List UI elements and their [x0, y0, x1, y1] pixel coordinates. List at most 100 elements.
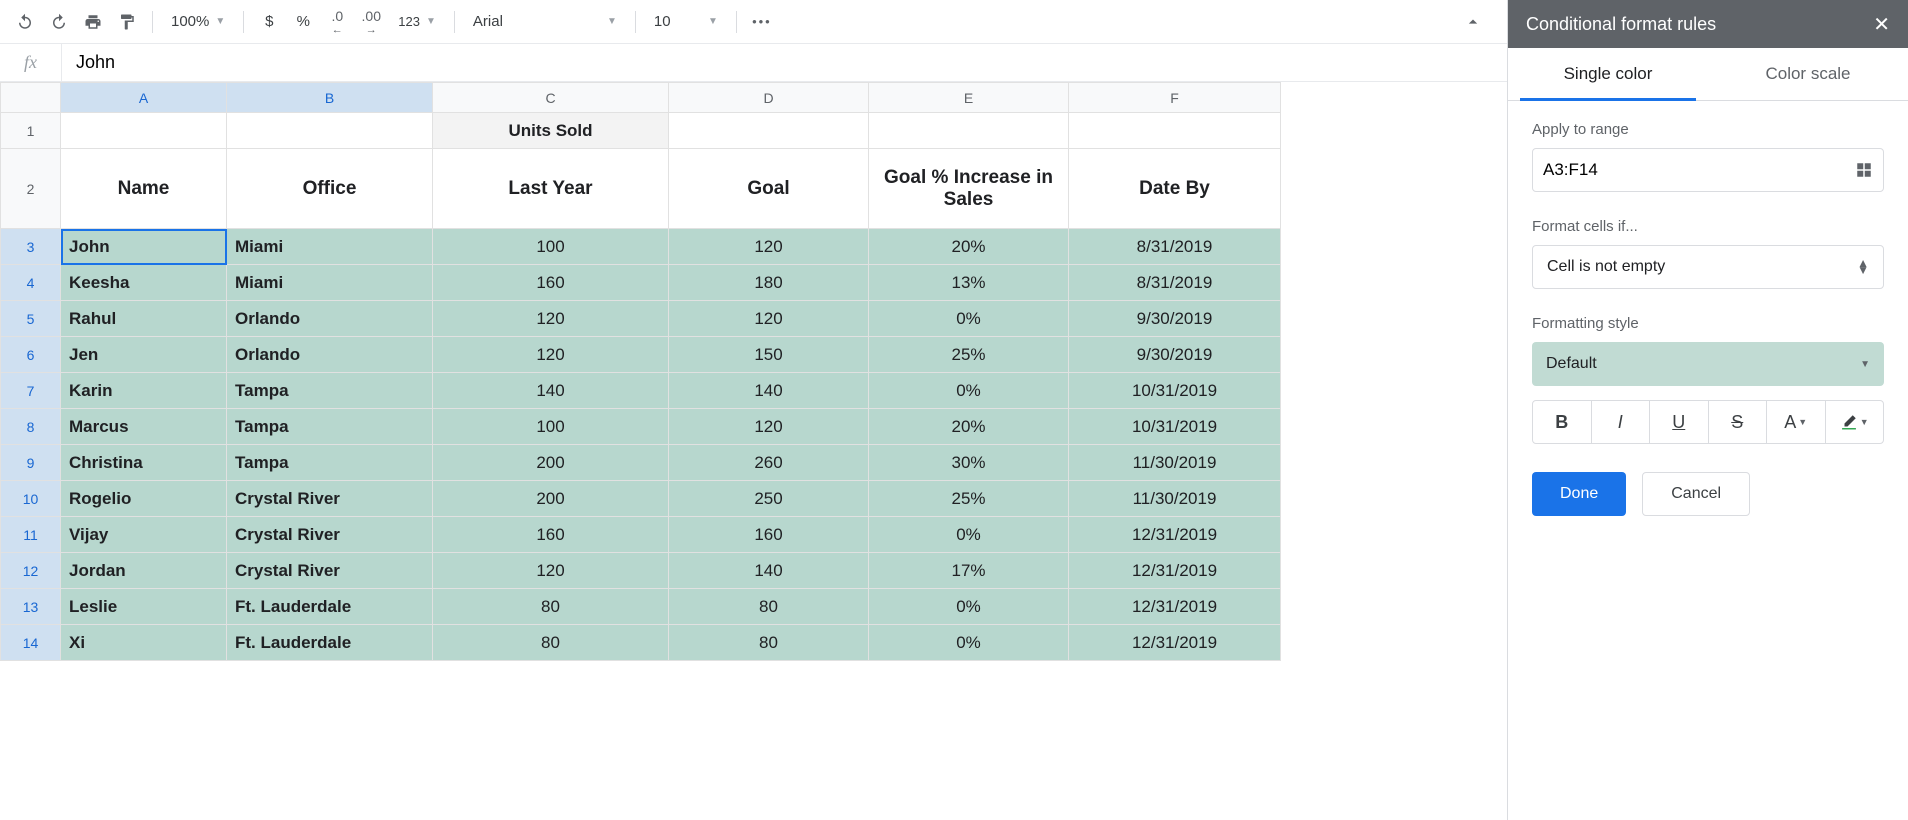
cell-4-D[interactable]: 180 — [669, 265, 869, 301]
row-head-14[interactable]: 14 — [1, 625, 61, 661]
row-head-5[interactable]: 5 — [1, 301, 61, 337]
paint-format-button[interactable] — [112, 7, 142, 37]
cell-12-E[interactable]: 17% — [869, 553, 1069, 589]
cell-13-A[interactable]: Leslie — [61, 589, 227, 625]
cell-10-F[interactable]: 11/30/2019 — [1069, 481, 1281, 517]
cell-3-F[interactable]: 8/31/2019 — [1069, 229, 1281, 265]
col-head-B[interactable]: B — [227, 83, 433, 113]
cell-11-A[interactable]: Vijay — [61, 517, 227, 553]
close-panel-button[interactable]: ✕ — [1873, 12, 1890, 37]
cell-9-E[interactable]: 30% — [869, 445, 1069, 481]
cell-13-D[interactable]: 80 — [669, 589, 869, 625]
cell-5-E[interactable]: 0% — [869, 301, 1069, 337]
cell-7-F[interactable]: 10/31/2019 — [1069, 373, 1281, 409]
spreadsheet-grid[interactable]: ABCDEF1Units Sold2NameOfficeLast YearGoa… — [0, 82, 1507, 820]
row-head-13[interactable]: 13 — [1, 589, 61, 625]
cell-3-E[interactable]: 20% — [869, 229, 1069, 265]
strikethrough-button[interactable]: S — [1709, 401, 1768, 443]
cell-1-C[interactable]: Units Sold — [433, 113, 669, 149]
row-head-6[interactable]: 6 — [1, 337, 61, 373]
col-head-A[interactable]: A — [61, 83, 227, 113]
cell-2-B[interactable]: Office — [227, 149, 433, 229]
range-input[interactable] — [1543, 160, 1855, 180]
tab-color-scale[interactable]: Color scale — [1708, 48, 1908, 100]
increase-decimal-button[interactable]: .00 → — [356, 7, 386, 37]
cell-2-E[interactable]: Goal % Increase in Sales — [869, 149, 1069, 229]
row-head-12[interactable]: 12 — [1, 553, 61, 589]
cell-14-A[interactable]: Xi — [61, 625, 227, 661]
print-button[interactable] — [78, 7, 108, 37]
cell-11-D[interactable]: 160 — [669, 517, 869, 553]
cell-5-F[interactable]: 9/30/2019 — [1069, 301, 1281, 337]
cell-14-F[interactable]: 12/31/2019 — [1069, 625, 1281, 661]
cell-3-A[interactable]: John — [61, 229, 227, 265]
cell-14-C[interactable]: 80 — [433, 625, 669, 661]
cell-8-C[interactable]: 100 — [433, 409, 669, 445]
cell-4-E[interactable]: 13% — [869, 265, 1069, 301]
number-format-dropdown[interactable]: 123 ▼ — [390, 7, 444, 37]
cell-13-E[interactable]: 0% — [869, 589, 1069, 625]
cell-2-A[interactable]: Name — [61, 149, 227, 229]
cell-6-C[interactable]: 120 — [433, 337, 669, 373]
cell-8-F[interactable]: 10/31/2019 — [1069, 409, 1281, 445]
percent-format-button[interactable]: % — [288, 7, 318, 37]
select-all-corner[interactable] — [1, 83, 61, 113]
font-size-dropdown[interactable]: 10 ▼ — [646, 7, 726, 37]
cell-12-F[interactable]: 12/31/2019 — [1069, 553, 1281, 589]
more-button[interactable]: ••• — [747, 7, 777, 37]
cell-5-B[interactable]: Orlando — [227, 301, 433, 337]
grid-select-icon[interactable] — [1855, 161, 1873, 179]
cell-7-B[interactable]: Tampa — [227, 373, 433, 409]
cell-7-D[interactable]: 140 — [669, 373, 869, 409]
cell-6-A[interactable]: Jen — [61, 337, 227, 373]
cell-14-B[interactable]: Ft. Lauderdale — [227, 625, 433, 661]
cell-4-C[interactable]: 160 — [433, 265, 669, 301]
cell-12-D[interactable]: 140 — [669, 553, 869, 589]
cell-13-B[interactable]: Ft. Lauderdale — [227, 589, 433, 625]
cell-8-D[interactable]: 120 — [669, 409, 869, 445]
cell-7-A[interactable]: Karin — [61, 373, 227, 409]
row-head-1[interactable]: 1 — [1, 113, 61, 149]
zoom-dropdown[interactable]: 100% ▼ — [163, 7, 233, 37]
cell-6-E[interactable]: 25% — [869, 337, 1069, 373]
col-head-D[interactable]: D — [669, 83, 869, 113]
row-head-2[interactable]: 2 — [1, 149, 61, 229]
cell-5-A[interactable]: Rahul — [61, 301, 227, 337]
cell-5-D[interactable]: 120 — [669, 301, 869, 337]
cell-13-F[interactable]: 12/31/2019 — [1069, 589, 1281, 625]
row-head-4[interactable]: 4 — [1, 265, 61, 301]
row-head-11[interactable]: 11 — [1, 517, 61, 553]
style-default-select[interactable]: Default ▼ — [1532, 342, 1884, 386]
cell-10-D[interactable]: 250 — [669, 481, 869, 517]
cancel-button[interactable]: Cancel — [1642, 472, 1750, 516]
cell-14-D[interactable]: 80 — [669, 625, 869, 661]
cell-11-E[interactable]: 0% — [869, 517, 1069, 553]
cell-1-B[interactable] — [227, 113, 433, 149]
cell-2-C[interactable]: Last Year — [433, 149, 669, 229]
cell-10-A[interactable]: Rogelio — [61, 481, 227, 517]
tab-single-color[interactable]: Single color — [1508, 48, 1708, 100]
col-head-C[interactable]: C — [433, 83, 669, 113]
cell-1-D[interactable] — [669, 113, 869, 149]
text-color-button[interactable]: A▼ — [1767, 401, 1826, 443]
cell-4-B[interactable]: Miami — [227, 265, 433, 301]
cell-8-A[interactable]: Marcus — [61, 409, 227, 445]
cell-9-F[interactable]: 11/30/2019 — [1069, 445, 1281, 481]
cell-1-E[interactable] — [869, 113, 1069, 149]
cell-1-F[interactable] — [1069, 113, 1281, 149]
condition-select[interactable]: Cell is not empty ▲▼ — [1532, 245, 1884, 289]
row-head-9[interactable]: 9 — [1, 445, 61, 481]
cell-9-C[interactable]: 200 — [433, 445, 669, 481]
cell-4-A[interactable]: Keesha — [61, 265, 227, 301]
formula-input[interactable] — [62, 52, 1507, 73]
bold-button[interactable]: B — [1533, 401, 1592, 443]
cell-6-D[interactable]: 150 — [669, 337, 869, 373]
cell-6-F[interactable]: 9/30/2019 — [1069, 337, 1281, 373]
cell-9-A[interactable]: Christina — [61, 445, 227, 481]
cell-8-E[interactable]: 20% — [869, 409, 1069, 445]
cell-4-F[interactable]: 8/31/2019 — [1069, 265, 1281, 301]
col-head-E[interactable]: E — [869, 83, 1069, 113]
collapse-toolbar-button[interactable] — [1463, 12, 1483, 32]
cell-12-A[interactable]: Jordan — [61, 553, 227, 589]
cell-11-F[interactable]: 12/31/2019 — [1069, 517, 1281, 553]
